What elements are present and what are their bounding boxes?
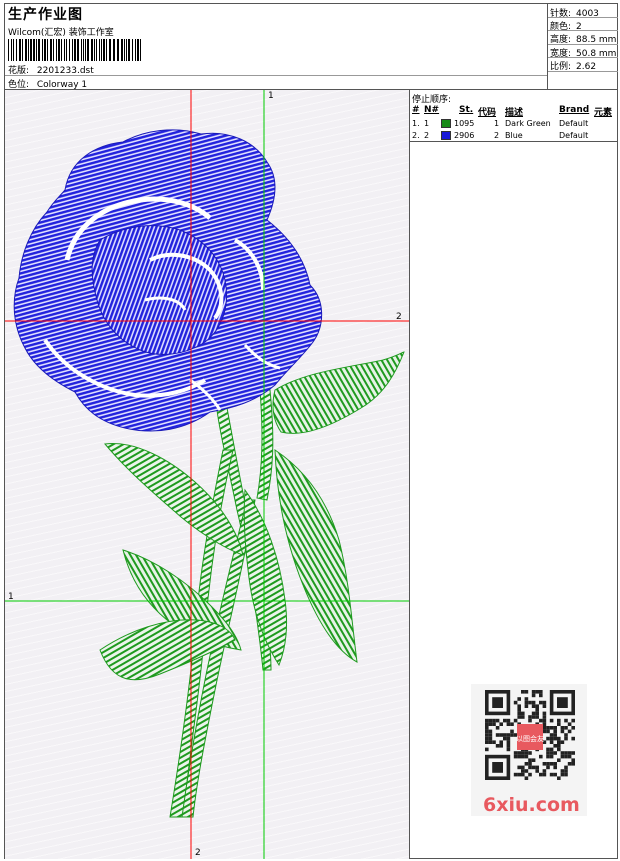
guide-label-green-h: 1 (8, 592, 14, 602)
swatch-dark-green (441, 119, 451, 128)
watermark-badge: 以图会友 (516, 734, 544, 743)
colorway-label: 色位: (8, 80, 30, 90)
col-st: St. (459, 105, 474, 115)
colorway-line: 色位: Colorway 1 (8, 77, 87, 90)
col-n: N# (424, 105, 440, 115)
col-num: # (412, 105, 420, 115)
guide-label-green-v: 1 (268, 91, 274, 101)
rose-embroidery (5, 90, 409, 859)
rose-flower (13, 129, 323, 432)
guide-label-red-h: 2 (396, 312, 402, 322)
page-title: 生产作业图 (8, 7, 83, 23)
header-info: 生产作业图 Wilcom(汇宏) 装饰工作室 花版: 2201233.dst 色… (5, 4, 548, 90)
watermark-brand-text: 6xiu.com (483, 794, 580, 816)
embroidery-preview: 1 2 1 2 (5, 90, 410, 859)
production-worksheet: 生产作业图 Wilcom(汇宏) 装饰工作室 花版: 2201233.dst 色… (4, 3, 618, 859)
stats-panel: 针数: 4003 颜色: 2 高度: 88.5 mm 宽度: 50.8 mm 比例: 2.… (548, 4, 618, 90)
barcode (8, 39, 141, 61)
col-element: 元素 (594, 108, 613, 118)
swatch-blue (441, 131, 451, 140)
guide-label-red-v: 2 (195, 848, 201, 858)
colorway-value: Colorway 1 (36, 80, 88, 90)
col-code: 代码 (478, 108, 497, 118)
col-desc: 描述 (505, 108, 524, 118)
color-stop-table: 停止顺序: # N# St. 代码 描述 Brand 元素 1. 1 1095 … (410, 90, 618, 142)
color-table-title: 停止顺序: (412, 95, 452, 105)
header-divider (5, 75, 547, 76)
col-brand: Brand (559, 105, 590, 115)
company-name: Wilcom(汇宏) 装饰工作室 (8, 28, 114, 38)
qr-code: 以图会友 (485, 690, 575, 780)
